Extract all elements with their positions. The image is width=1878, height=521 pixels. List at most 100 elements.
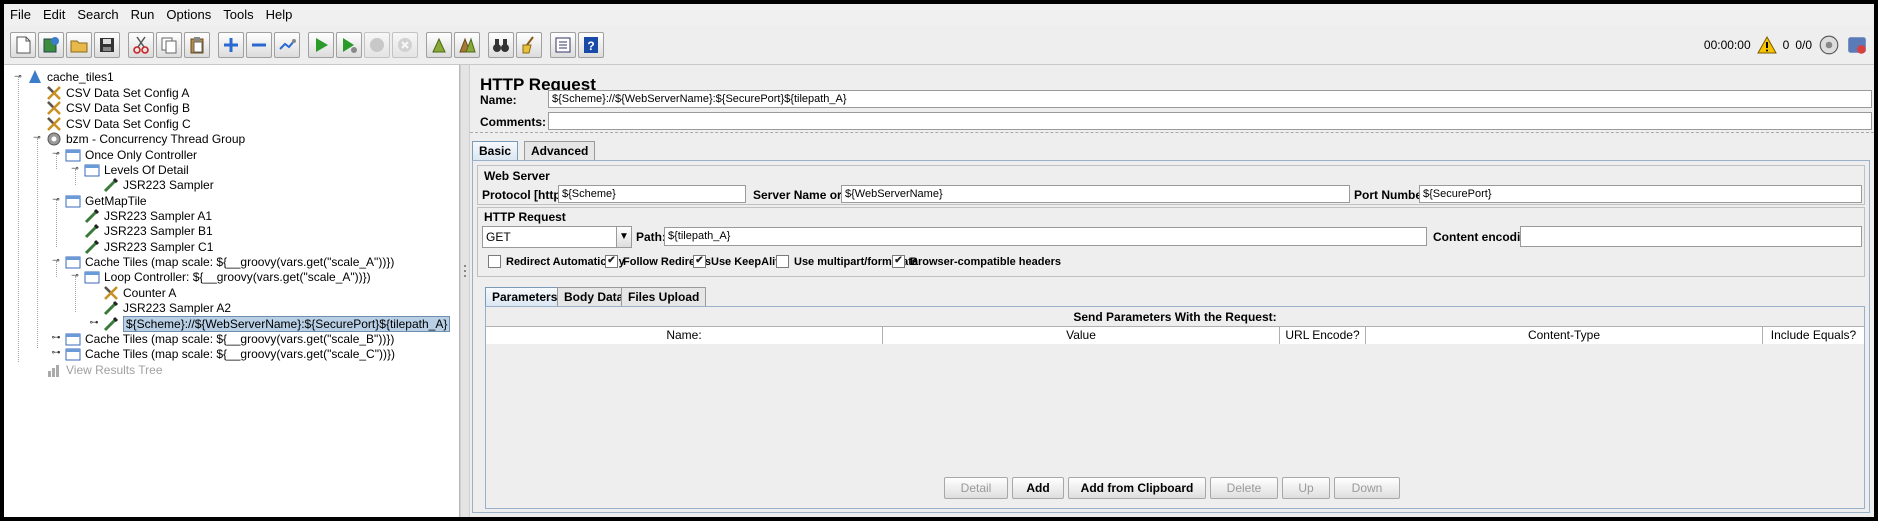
http-request-panel: HTTP Request Name: ${Scheme}://${WebServ… xyxy=(470,65,1874,517)
reset-search-button[interactable] xyxy=(516,32,542,58)
tab-files-upload[interactable]: Files Upload xyxy=(621,287,707,307)
copy-icon xyxy=(161,37,177,54)
tab-advanced[interactable]: Advanced xyxy=(524,141,596,161)
chevron-down-icon[interactable]: ▼ xyxy=(616,226,632,248)
status-area: 00:00:00 0 0/0 xyxy=(1704,32,1868,58)
broom-icon xyxy=(522,36,534,54)
cut-button[interactable] xyxy=(128,32,154,58)
controller-icon xyxy=(64,193,82,209)
checkbox-box xyxy=(488,255,501,268)
log-viewer-icon[interactable] xyxy=(1846,34,1868,56)
templates-button[interactable] xyxy=(38,32,64,58)
toggle-button[interactable] xyxy=(274,32,300,58)
browser-compatible-checkbox[interactable]: ✔ Browser-compatible headers xyxy=(892,255,1061,268)
start-no-pauses-icon xyxy=(343,38,357,53)
test-plan-icon xyxy=(26,69,44,85)
column-url-encode[interactable]: URL Encode? xyxy=(1280,327,1366,344)
menu-options[interactable]: Options xyxy=(160,4,217,26)
menu-search[interactable]: Search xyxy=(71,4,124,26)
paste-icon xyxy=(190,37,204,54)
comments-field[interactable] xyxy=(548,112,1872,130)
stop-button[interactable] xyxy=(364,32,390,58)
tab-body-data[interactable]: Body Data xyxy=(557,287,631,307)
menu-edit[interactable]: Edit xyxy=(37,4,71,26)
new-button[interactable] xyxy=(10,32,36,58)
detail-button[interactable]: Detail xyxy=(944,477,1008,499)
tree-item-view-results-tree[interactable]: View Results Tree xyxy=(45,361,163,379)
collapse-toggle-icon[interactable]: ⊸ xyxy=(70,270,80,281)
panel-splitter[interactable] xyxy=(460,65,470,517)
help-button[interactable]: ? xyxy=(578,32,604,58)
pipette-icon xyxy=(83,223,101,239)
delete-button[interactable]: Delete xyxy=(1210,477,1278,499)
shutdown-button[interactable] xyxy=(392,32,418,58)
paste-button[interactable] xyxy=(184,32,210,58)
column-name[interactable]: Name: xyxy=(486,327,883,344)
open-icon xyxy=(70,40,88,53)
collapse-toggle-icon[interactable]: ⊸ xyxy=(70,163,80,174)
port-field[interactable]: ${SecurePort} xyxy=(1419,185,1862,203)
collapse-toggle-icon[interactable]: ⊸ xyxy=(51,255,61,266)
up-button[interactable]: Up xyxy=(1282,477,1330,499)
search-button[interactable] xyxy=(488,32,514,58)
active-threads: 0/0 xyxy=(1795,38,1812,52)
protocol-field[interactable]: ${Scheme} xyxy=(558,185,746,203)
column-content-type[interactable]: Content-Type xyxy=(1366,327,1763,344)
collapse-toggle-icon[interactable]: ⊸ xyxy=(13,71,23,82)
tree-item-label: Counter A xyxy=(123,286,177,300)
clear-all-icon xyxy=(459,37,476,53)
content-encoding-field[interactable] xyxy=(1520,226,1862,247)
menu-tools[interactable]: Tools xyxy=(217,4,259,26)
name-field[interactable]: ${Scheme}://${WebServerName}:${SecurePor… xyxy=(548,90,1872,108)
function-helper-button[interactable] xyxy=(550,32,576,58)
menu-file[interactable]: File xyxy=(4,4,37,26)
collapse-toggle-icon[interactable]: ⊸ xyxy=(51,194,61,205)
server-name-field[interactable]: ${WebServerName} xyxy=(841,185,1350,203)
menu-help[interactable]: Help xyxy=(260,4,299,26)
tab-basic[interactable]: Basic xyxy=(472,141,519,161)
tree-item-label: JSR223 Sampler A1 xyxy=(104,209,213,223)
column-include-equals[interactable]: Include Equals? xyxy=(1763,327,1864,344)
menu-run[interactable]: Run xyxy=(125,4,161,26)
save-icon xyxy=(100,38,114,52)
start-button[interactable] xyxy=(308,32,334,58)
tree-item-label: Loop Controller: ${__groovy(vars.get("sc… xyxy=(104,270,371,284)
open-button[interactable] xyxy=(66,32,92,58)
tab-parameters[interactable]: Parameters xyxy=(485,287,565,307)
use-keepalive-checkbox[interactable]: ✔ Use KeepAlive xyxy=(693,255,787,268)
expand-icon xyxy=(224,38,238,52)
down-button[interactable]: Down xyxy=(1334,477,1400,499)
collapse-toggle-icon[interactable]: ⊸ xyxy=(32,132,42,143)
expand-toggle-icon[interactable]: ⊶ xyxy=(51,332,61,343)
tree-item-label: JSR223 Sampler xyxy=(123,178,214,192)
method-select[interactable]: GET xyxy=(482,226,632,248)
collapse-toggle-icon[interactable]: ⊸ xyxy=(51,148,61,159)
expand-toggle-icon[interactable]: ⊶ xyxy=(89,317,99,328)
save-button[interactable] xyxy=(94,32,120,58)
clear-button[interactable] xyxy=(426,32,452,58)
tree-item-label: Levels Of Detail xyxy=(104,163,189,177)
start-no-pauses-button[interactable] xyxy=(336,32,362,58)
column-value[interactable]: Value xyxy=(883,327,1280,344)
collapse-all-button[interactable] xyxy=(246,32,272,58)
clear-all-button[interactable] xyxy=(454,32,480,58)
expand-all-button[interactable] xyxy=(218,32,244,58)
cut-icon xyxy=(133,36,149,54)
listener-icon xyxy=(45,362,63,378)
start-icon xyxy=(316,38,328,52)
add-from-clipboard-button[interactable]: Add from Clipboard xyxy=(1068,477,1206,499)
comments-label: Comments: xyxy=(480,115,547,129)
path-field[interactable]: ${tilepath_A} xyxy=(664,227,1427,246)
tree-item-label: CSV Data Set Config C xyxy=(66,117,191,131)
tree-item-label: Cache Tiles (map scale: ${__groovy(vars.… xyxy=(85,255,395,269)
parameters-title: Send Parameters With the Request: xyxy=(1073,310,1277,324)
warning-icon[interactable] xyxy=(1756,35,1777,55)
expand-toggle-icon[interactable]: ⊶ xyxy=(51,347,61,358)
add-button[interactable]: Add xyxy=(1012,477,1064,499)
new-icon xyxy=(16,36,31,54)
tree-item-label: CSV Data Set Config B xyxy=(66,101,191,115)
remote-status-icon xyxy=(1819,35,1839,55)
copy-button[interactable] xyxy=(156,32,182,58)
basic-tab-content: Web Server Protocol [http]: ${Scheme} Se… xyxy=(472,160,1870,513)
tree-item-label: Cache Tiles (map scale: ${__groovy(vars.… xyxy=(85,347,395,361)
